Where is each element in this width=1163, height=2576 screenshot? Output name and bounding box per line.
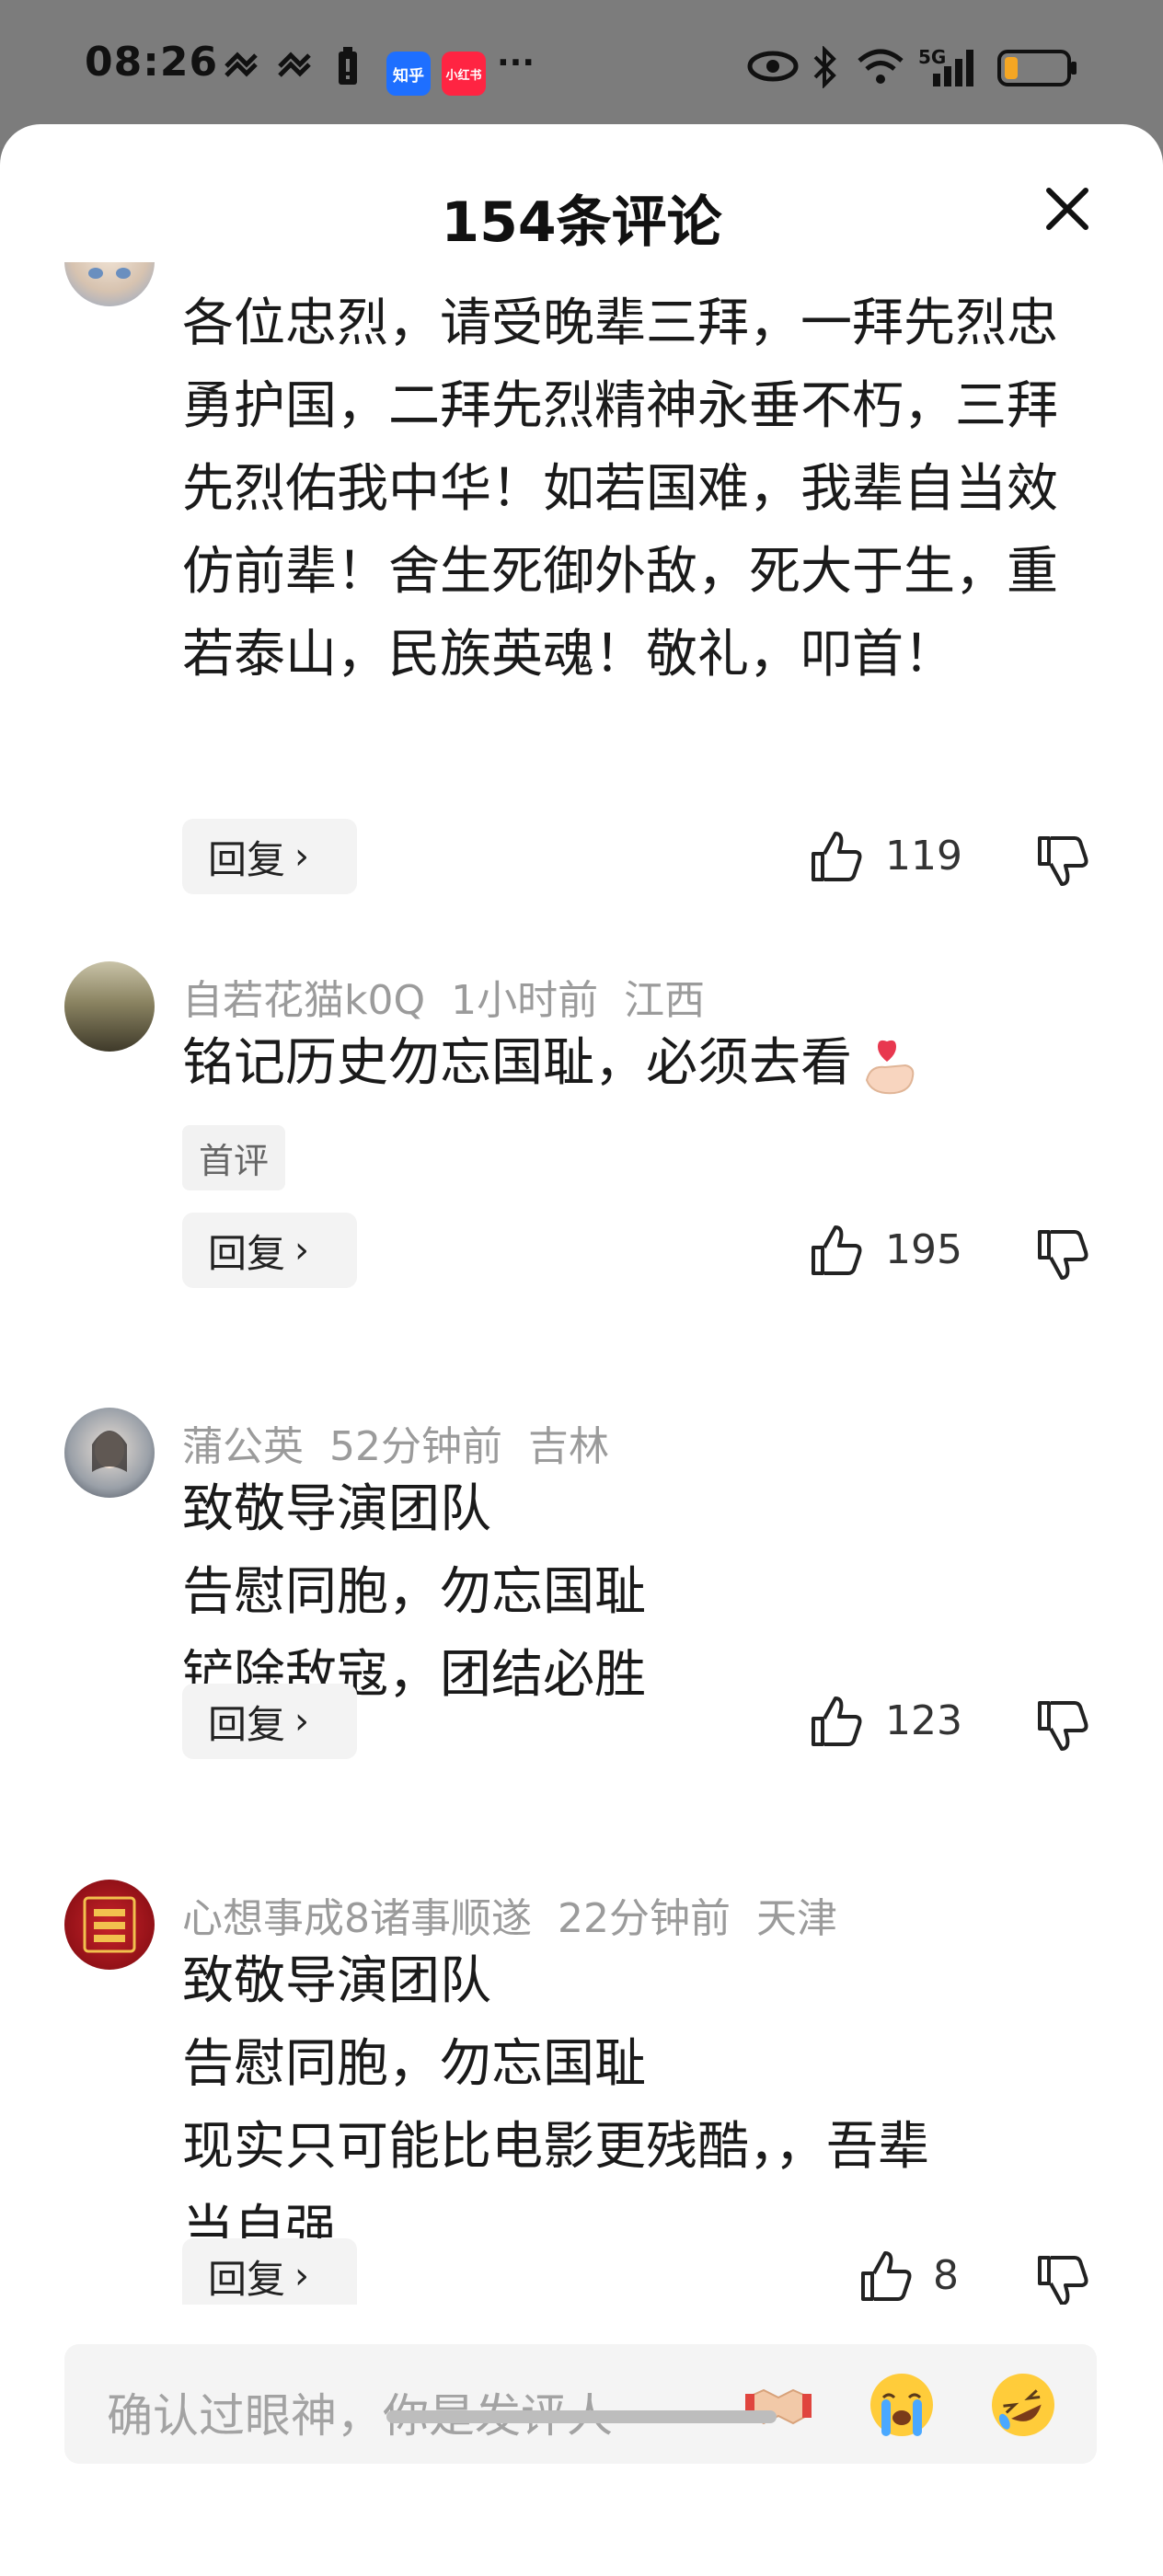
avatar[interactable]: [64, 262, 155, 306]
comment-text-content: 铭记历史勿忘国耻，必须去看: [182, 1033, 852, 1093]
reply-button[interactable]: 回复 ›: [182, 819, 357, 894]
thumbs-up-icon[interactable]: [858, 2248, 915, 2305]
home-indicator[interactable]: [386, 2410, 777, 2423]
status-time: 08:26: [85, 39, 219, 86]
comment-text: 致敬导演团队 告慰同胞，勿忘国耻 铲除敌寇，团结必胜: [182, 1468, 1102, 1717]
thumbs-up-icon[interactable]: [808, 1693, 865, 1750]
comment-line: 致敬导演团队: [182, 1479, 491, 1539]
comment-time: 52分钟前: [329, 1423, 502, 1470]
comment-location: 江西: [624, 977, 706, 1024]
comment-text: 致敬导演团队 告慰同胞，勿忘国耻 现实只可能比电影更残酷，，吾辈 当自强: [182, 1940, 1102, 2271]
reply-button[interactable]: 回复 ›: [182, 2238, 357, 2305]
comment-time: 22分钟前: [558, 1895, 731, 1942]
thumbs-down-icon[interactable]: [1034, 2252, 1091, 2305]
close-icon[interactable]: [1040, 181, 1095, 236]
notification-icon: [278, 52, 311, 77]
sheet-title: 154条评论: [441, 190, 722, 255]
comment-location: 吉林: [528, 1423, 609, 1470]
comment-line: 致敬导演团队: [182, 1951, 491, 2011]
comment-author[interactable]: 蒲公英: [182, 1423, 304, 1470]
thumbs-down-icon[interactable]: [1034, 1697, 1091, 1754]
comment-list[interactable]: 各位忠烈，请受晚辈三拜，一拜先烈忠勇护国，二拜先烈精神永垂不朽，三拜先烈佑我中华…: [0, 262, 1163, 2305]
comment-line: 告慰同胞，勿忘国耻: [182, 1562, 646, 1622]
like-count: 123: [885, 1697, 962, 1744]
finger-heart-emoji: [858, 1034, 922, 1098]
comment-location: 天津: [756, 1895, 837, 1942]
comments-sheet: 154条评论 各位忠烈，请受晚辈三拜，一拜先烈忠勇护国，二拜先烈精神永垂不朽，三…: [0, 124, 1163, 2576]
reply-button[interactable]: 回复 ›: [182, 1684, 357, 1759]
comment-line: 告慰同胞，勿忘国耻: [182, 2034, 646, 2094]
avatar[interactable]: [64, 1408, 155, 1498]
reply-label: 回复: [208, 1230, 286, 1276]
chevron-right-icon: ›: [294, 1229, 310, 1271]
portrait-avatar-image: [92, 1431, 127, 1472]
chevron-right-icon: ›: [294, 2255, 310, 2297]
battery-alert-icon: [339, 47, 357, 85]
reply-label: 回复: [208, 2256, 286, 2302]
zhihu-app-icon: 知乎: [386, 52, 431, 96]
chevron-right-icon: ›: [294, 1700, 310, 1742]
like-count: 195: [885, 1226, 962, 1273]
avatar[interactable]: [64, 961, 155, 1052]
battery-icon: [997, 50, 1077, 86]
comment-meta: 蒲公英 52分钟前 吉林: [182, 1413, 635, 1472]
xiaohongshu-app-icon: 小红书: [442, 52, 486, 96]
reply-label: 回复: [208, 836, 286, 882]
rolling-laughing-emoji[interactable]: [988, 2370, 1058, 2440]
handshake-emoji[interactable]: [743, 2370, 813, 2440]
thumbs-up-icon[interactable]: [808, 1222, 865, 1279]
fortune-avatar-image: [83, 1896, 136, 1953]
like-count: 8: [933, 2252, 959, 2299]
thumbs-up-icon[interactable]: [808, 828, 865, 885]
eye-icon: [747, 51, 799, 82]
reply-button[interactable]: 回复 ›: [182, 1213, 357, 1288]
comment-line: 现实只可能比电影更残酷，，吾辈: [182, 2117, 929, 2177]
comment-time: 1小时前: [451, 977, 599, 1024]
reply-label: 回复: [208, 1701, 286, 1747]
loudly-crying-emoji[interactable]: [867, 2370, 937, 2440]
avatar[interactable]: [64, 1880, 155, 1970]
like-count: 119: [885, 833, 962, 880]
thumbs-down-icon[interactable]: [1034, 1226, 1091, 1283]
comment-input[interactable]: 确认过眼神，你是发评人: [64, 2344, 1097, 2464]
bluetooth-icon: [813, 46, 836, 88]
anime-avatar-image: [88, 268, 131, 279]
more-notifications-icon: ···: [497, 44, 535, 82]
signal-icon: [933, 50, 973, 86]
comment-meta: 自若花猫k0Q 1小时前 江西: [182, 967, 731, 1026]
comment-text: 铭记历史勿忘国耻，必须去看: [182, 1022, 1102, 1105]
wifi-icon: [858, 49, 904, 84]
thumbs-down-icon[interactable]: [1034, 833, 1091, 890]
notification-icon: [225, 52, 258, 77]
first-comment-tag: 首评: [182, 1125, 286, 1190]
chevron-right-icon: ›: [294, 835, 310, 878]
comment-meta: 心想事成8诸事顺遂 22分钟前 天津: [182, 1885, 863, 1944]
comment-author[interactable]: 心想事成8诸事顺遂: [182, 1895, 532, 1942]
comment-text: 各位忠烈，请受晚辈三拜，一拜先烈忠勇护国，二拜先烈精神永垂不朽，三拜先烈佑我中华…: [182, 293, 1058, 684]
comment-author[interactable]: 自若花猫k0Q: [182, 977, 425, 1024]
